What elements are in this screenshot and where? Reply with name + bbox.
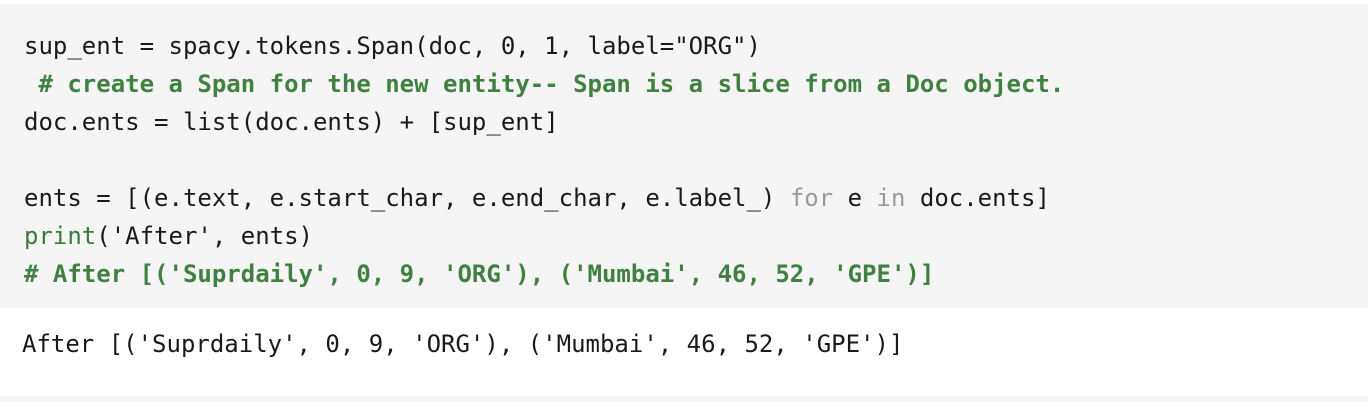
code-comment-2: # After [('Suprdaily', 0, 9, 'ORG'), ('M… (24, 260, 935, 288)
code-line-1: sup_ent = spacy.tokens.Span(doc, 0, 1, l… (24, 32, 761, 60)
output-cell: After [('Suprdaily', 0, 9, 'ORG'), ('Mum… (0, 308, 1368, 398)
cell-divider (0, 396, 1368, 402)
for-keyword: for (789, 184, 834, 212)
print-arguments: ('After', ents) (96, 222, 313, 250)
code-line-5: print('After', ents) (24, 220, 313, 252)
notebook-view: sup_ent = spacy.tokens.Span(doc, 0, 1, l… (0, 0, 1368, 402)
code-comment-1: # create a Span for the new entity-- Spa… (24, 70, 1065, 98)
print-function: print (24, 222, 97, 250)
code-line-4: ents = [(e.text, e.start_char, e.end_cha… (24, 182, 1050, 214)
code-cell[interactable]: sup_ent = spacy.tokens.Span(doc, 0, 1, l… (0, 4, 1368, 308)
output-text: After [('Suprdaily', 0, 9, 'ORG'), ('Mum… (22, 330, 904, 358)
code-line-4-end: doc.ents] (905, 184, 1050, 212)
code-line-3: doc.ents = list(doc.ents) + [sup_ent] (24, 108, 559, 136)
code-line-4-start: ents = [(e.text, e.start_char, e.end_cha… (24, 184, 790, 212)
code-line-4-var: e (833, 184, 877, 212)
in-keyword: in (876, 184, 906, 212)
